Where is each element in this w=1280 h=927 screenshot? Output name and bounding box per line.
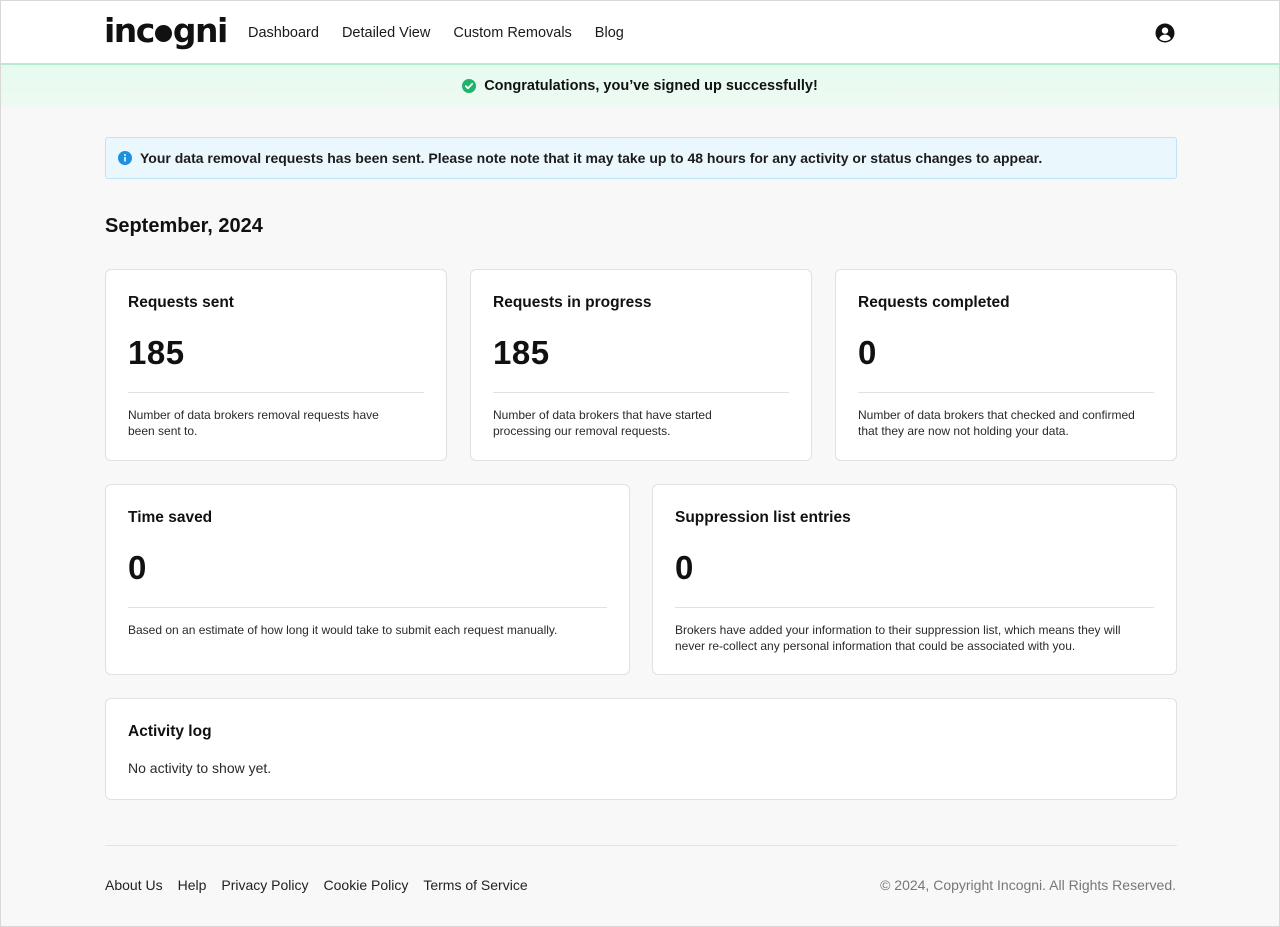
- stat-title: Time saved: [128, 509, 213, 526]
- stat-description: Number of data brokers that checked and …: [858, 408, 1135, 438]
- activity-empty-message: No activity to show yet.: [128, 760, 272, 776]
- divider: [493, 392, 789, 393]
- footer-link-privacy[interactable]: Privacy Policy: [221, 877, 308, 893]
- footer-link-help[interactable]: Help: [178, 877, 207, 893]
- stat-card-requests-in-progress: Requests in progress 185 Number of data …: [470, 269, 812, 461]
- nav-dashboard[interactable]: Dashboard: [248, 23, 319, 43]
- divider: [128, 392, 424, 393]
- stat-description: Number of data brokers that have started…: [493, 408, 712, 438]
- info-icon: [118, 151, 132, 165]
- footer-link-about[interactable]: About Us: [105, 877, 163, 893]
- info-alert: Your data removal requests has been sent…: [105, 137, 1177, 179]
- user-circle-icon[interactable]: [1155, 23, 1175, 43]
- success-banner: Congratulations, you’ve signed up succes…: [1, 65, 1279, 107]
- stat-card-requests-sent: Requests sent 185 Number of data brokers…: [105, 269, 447, 461]
- stat-description: Brokers have added your information to t…: [675, 623, 1121, 653]
- stat-description: Based on an estimate of how long it woul…: [128, 623, 558, 637]
- stat-description: Number of data brokers removal requests …: [128, 408, 379, 438]
- stat-card-time-saved: Time saved 0 Based on an estimate of how…: [105, 484, 630, 675]
- success-message: Congratulations, you’ve signed up succes…: [484, 78, 818, 94]
- footer-links: About Us Help Privacy Policy Cookie Poli…: [105, 877, 543, 893]
- stat-value: 185: [128, 334, 185, 371]
- check-circle-icon: [462, 79, 477, 93]
- incogni-logo[interactable]: inc gni: [104, 11, 228, 51]
- copyright-text: © 2024, Copyright Incogni. All Rights Re…: [880, 877, 1176, 893]
- footer-link-cookie[interactable]: Cookie Policy: [324, 877, 409, 893]
- divider: [675, 607, 1154, 608]
- stat-title: Suppression list entries: [675, 509, 851, 526]
- top-header: inc gni Dashboard Detailed View Custom Re…: [1, 1, 1279, 65]
- stat-title: Requests sent: [128, 294, 234, 311]
- main-nav: Dashboard Detailed View Custom Removals …: [248, 23, 647, 43]
- stat-value: 0: [128, 549, 147, 586]
- stat-title: Requests in progress: [493, 294, 652, 311]
- stat-title: Requests completed: [858, 294, 1010, 311]
- stat-value: 0: [675, 549, 694, 586]
- footer-link-terms[interactable]: Terms of Service: [423, 877, 527, 893]
- stat-value: 185: [493, 334, 550, 371]
- stat-value: 0: [858, 334, 877, 371]
- nav-custom-removals[interactable]: Custom Removals: [453, 23, 571, 43]
- footer-divider: [105, 845, 1177, 846]
- activity-log-title: Activity log: [128, 723, 212, 740]
- divider: [858, 392, 1154, 393]
- stat-card-requests-completed: Requests completed 0 Number of data brok…: [835, 269, 1177, 461]
- divider: [128, 607, 607, 608]
- info-message: Your data removal requests has been sent…: [140, 150, 1043, 166]
- activity-log-card: Activity log No activity to show yet.: [105, 698, 1177, 800]
- stat-card-suppression-list: Suppression list entries 0 Brokers have …: [652, 484, 1177, 675]
- nav-blog[interactable]: Blog: [595, 23, 624, 43]
- nav-detailed-view[interactable]: Detailed View: [342, 23, 430, 43]
- period-heading: September, 2024: [105, 215, 263, 237]
